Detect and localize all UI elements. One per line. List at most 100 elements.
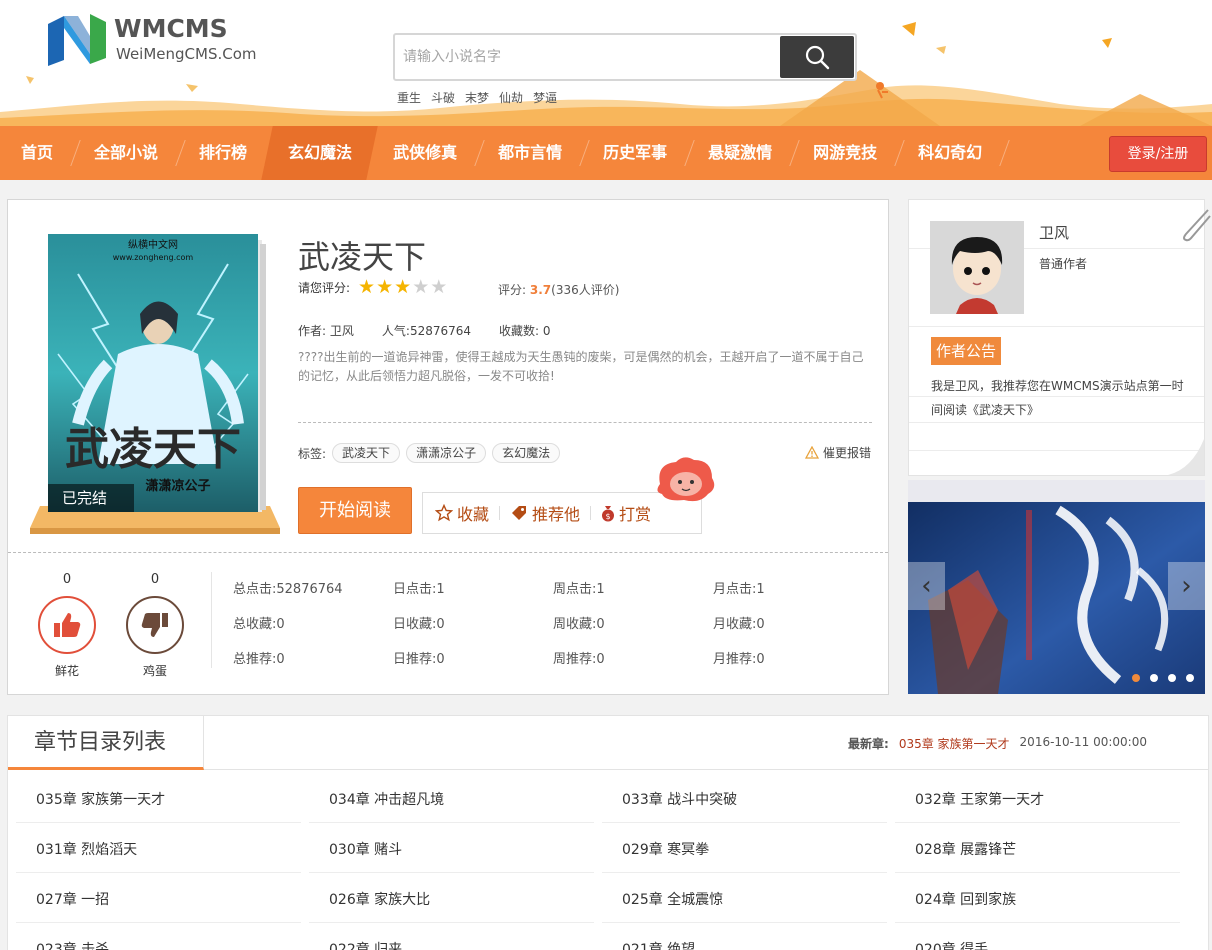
avatar-image — [930, 221, 1024, 314]
main-nav: 首页 全部小说 排行榜 玄幻魔法 武侠修真 都市言情 历史军事 悬疑激情 网游竞… — [0, 126, 1212, 180]
score-count: (336人评价) — [551, 283, 620, 297]
book-meta: 作者: 卫风 人气:52876764 收藏数: 0 — [298, 322, 551, 339]
nav-item-all-novels[interactable]: 全部小说 — [73, 126, 178, 180]
tag-chip[interactable]: 玄幻魔法 — [492, 443, 561, 463]
chapter-link[interactable]: 031章 烈焰滔天 — [16, 823, 301, 873]
report-label: 催更报错 — [823, 446, 872, 460]
nav-item-fantasy[interactable]: 玄幻魔法 — [261, 126, 378, 180]
stat-cell: 月点击:1 — [713, 582, 765, 597]
banner-dot[interactable] — [1150, 674, 1158, 682]
book-title: 武凌天下 — [298, 238, 427, 276]
nav-item-suspense[interactable]: 悬疑激情 — [687, 126, 792, 180]
tag-chip[interactable]: 武凌天下 — [332, 443, 401, 463]
chapter-link[interactable]: 021章 绝望 — [602, 923, 887, 950]
banner-dot[interactable] — [1186, 674, 1194, 682]
paperclip-icon — [1183, 209, 1211, 242]
stat-cell: 月收藏:0 — [713, 617, 765, 632]
recommend-button[interactable]: 推荐他 — [500, 492, 590, 534]
notice-text: 我是卫风，我推荐您在WMCMS演示站点第一时间阅读《武凌天下》 — [931, 379, 1184, 417]
nav-label: 历史军事 — [603, 143, 668, 162]
chapter-link[interactable]: 025章 全城震惊 — [602, 873, 887, 923]
flower-label: 鲜花 — [54, 664, 79, 678]
book-cover[interactable]: 纵横中文网 www.zongheng.com 武凌天下 潇潇凉公子 已完结 — [30, 230, 280, 542]
site-logo[interactable]: WMCMS WeiMengCMS.Com — [46, 14, 257, 70]
divider — [8, 552, 888, 553]
chapter-link[interactable]: 028章 展露锋芒 — [895, 823, 1180, 873]
chapter-link[interactable]: 026章 家族大比 — [309, 873, 594, 923]
chapter-link[interactable]: 032章 王家第一天才 — [895, 773, 1180, 823]
chapter-row: 031章 烈焰滔天 030章 赌斗 029章 寒冥拳 028章 展露锋芒 — [16, 823, 1196, 873]
tag-chip[interactable]: 潇潇凉公子 — [406, 443, 487, 463]
chapter-link[interactable]: 024章 回到家族 — [895, 873, 1180, 923]
nav-item-games[interactable]: 网游竞技 — [792, 126, 897, 180]
chapter-link[interactable]: 033章 战斗中突破 — [602, 773, 887, 823]
report-link[interactable]: 催更报错 — [805, 444, 871, 461]
nav-label: 武侠修真 — [393, 143, 458, 162]
login-register-button[interactable]: 登录/注册 — [1109, 136, 1207, 172]
search-button[interactable] — [780, 36, 854, 78]
nav-item-home[interactable]: 首页 — [0, 126, 73, 180]
nav-label: 网游竞技 — [813, 143, 878, 162]
chapter-link[interactable]: 035章 家族第一天才 — [16, 773, 301, 823]
stat-cell: 日点击:1 — [393, 582, 445, 597]
star-icon[interactable]: ★ — [394, 278, 411, 297]
promo-banner[interactable]: ‹ › — [908, 480, 1205, 694]
favorite-button[interactable]: 收藏 — [423, 492, 499, 534]
author-link[interactable]: 卫风 — [330, 324, 354, 338]
chapter-link[interactable]: 027章 一招 — [16, 873, 301, 923]
star-icon[interactable]: ★ — [430, 278, 447, 297]
search-input[interactable] — [399, 38, 781, 76]
latest-chapter-link[interactable]: 035章 家族第一天才 — [899, 735, 1010, 752]
star-icon[interactable]: ★ — [412, 278, 429, 297]
chapter-link[interactable]: 030章 赌斗 — [309, 823, 594, 873]
chapter-list-section: 章节目录列表 最新章: 035章 家族第一天才 2016-10-11 00:00… — [7, 715, 1209, 950]
nav-item-history[interactable]: 历史军事 — [582, 126, 687, 180]
hotword-link[interactable]: 重生 — [397, 89, 421, 106]
egg-count: 0 — [150, 572, 160, 587]
chapter-link[interactable]: 022章 归来 — [309, 923, 594, 950]
cover-url: www.zongheng.com — [113, 253, 194, 262]
cover-image: 纵横中文网 www.zongheng.com 武凌天下 潇潇凉公子 — [48, 234, 258, 512]
recommend-label: 推荐他 — [532, 505, 581, 524]
tip-label: 打赏 — [619, 505, 652, 524]
egg-label: 鸡蛋 — [142, 664, 167, 678]
flower-button[interactable] — [38, 596, 96, 654]
hotword-link[interactable]: 末梦 — [465, 89, 489, 106]
nav-item-scifi[interactable]: 科幻奇幻 — [897, 126, 1002, 180]
nav-item-wuxia[interactable]: 武侠修真 — [372, 126, 477, 180]
chapter-link[interactable]: 020章 得手 — [895, 923, 1180, 950]
cover-title: 武凌天下 — [65, 424, 241, 475]
logo-subtitle: WeiMengCMS.Com — [116, 45, 257, 63]
star-icon[interactable]: ★ — [358, 278, 375, 297]
stat-cell: 总收藏:0 — [233, 617, 285, 632]
nav-item-urban[interactable]: 都市言情 — [477, 126, 582, 180]
author-name[interactable]: 卫风 — [1039, 222, 1069, 243]
hotword-link[interactable]: 梦逼 — [533, 89, 557, 106]
hotword-link[interactable]: 斗破 — [431, 89, 455, 106]
author-label: 作者: — [298, 324, 327, 338]
chapter-link[interactable]: 029章 寒冥拳 — [602, 823, 887, 873]
popularity-value: 52876764 — [409, 324, 472, 338]
stats-grid: 总点击:52876764 日点击:1 周点击:1 月点击:1 总收藏:0 日收藏… — [233, 578, 873, 683]
money-bag-icon: $ — [602, 506, 615, 522]
popularity-label: 人气: — [381, 324, 410, 338]
divider — [211, 572, 212, 668]
egg-button[interactable] — [126, 596, 184, 654]
star-icon[interactable]: ★ — [376, 278, 393, 297]
chapter-link[interactable]: 023章 击杀 — [16, 923, 301, 950]
banner-dots — [1132, 674, 1194, 682]
flower-vote: 0 鲜花 — [37, 572, 97, 679]
cover-author: 潇潇凉公子 — [145, 478, 210, 494]
nav-item-rankings[interactable]: 排行榜 — [178, 126, 267, 180]
avatar[interactable] — [930, 221, 1024, 314]
chapter-link[interactable]: 034章 冲击超凡境 — [309, 773, 594, 823]
start-reading-button[interactable]: 开始阅读 — [298, 487, 412, 534]
hotword-link[interactable]: 仙劫 — [499, 89, 523, 106]
banner-dot[interactable] — [1168, 674, 1176, 682]
banner-prev-button[interactable]: ‹ — [908, 562, 945, 610]
banner-next-button[interactable]: › — [1168, 562, 1205, 610]
chapter-section-title: 章节目录列表 — [8, 716, 204, 770]
notice-title: 作者公告 — [931, 337, 1002, 365]
banner-dot[interactable] — [1132, 674, 1140, 682]
book-info-panel: 纵横中文网 www.zongheng.com 武凌天下 潇潇凉公子 已完结 武凌… — [7, 199, 889, 695]
